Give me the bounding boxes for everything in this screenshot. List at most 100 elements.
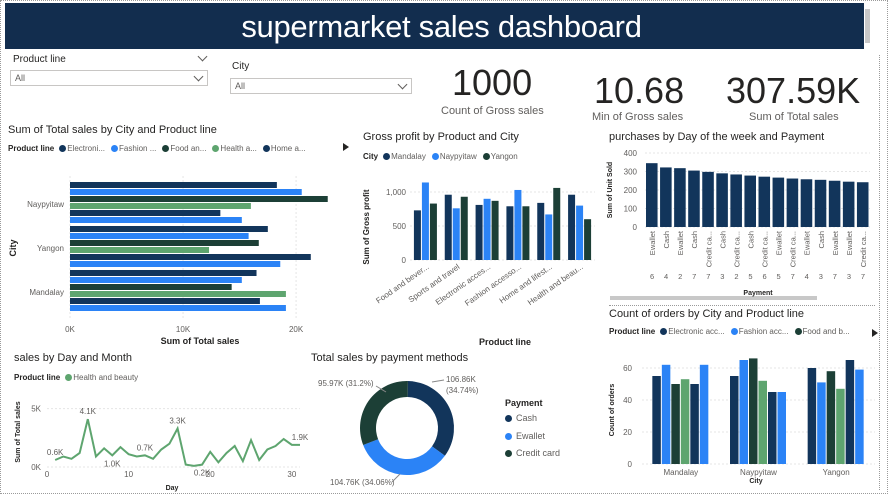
bar: [70, 270, 257, 276]
legend-item[interactable]: Food an...: [162, 144, 206, 153]
day-label: 4: [805, 272, 809, 281]
bar: [702, 171, 714, 227]
bar: [674, 168, 686, 227]
bar: [807, 368, 817, 464]
legend-item[interactable]: Fashion ...: [111, 144, 156, 153]
legend-label: Food and b...: [802, 327, 850, 336]
y-tick-label: 40: [623, 396, 632, 405]
visual3-title: purchases by Day of the week and Payment: [609, 131, 825, 143]
category-label: Naypyitaw: [27, 200, 64, 209]
day-label: 5: [777, 272, 781, 281]
category-label: Ewallet: [831, 230, 840, 255]
page-edge: [879, 55, 880, 490]
legend-item[interactable]: Naypyitaw: [431, 152, 477, 161]
bar: [70, 240, 259, 246]
x-tick-label: 10K: [176, 325, 191, 334]
product-line-value: All: [15, 73, 26, 83]
day-label: 5: [748, 272, 752, 281]
legend-item[interactable]: Fashion acc...: [730, 327, 789, 336]
bar: [828, 180, 841, 227]
bar: [491, 200, 499, 260]
city-dropdown[interactable]: All: [230, 78, 412, 94]
bar: [514, 189, 522, 260]
bar: [460, 196, 468, 260]
visual5-legend-title: Payment: [505, 398, 543, 408]
bar: [429, 203, 437, 260]
y-axis-title: Count of orders: [609, 384, 616, 437]
bar: [744, 175, 756, 227]
bar: [444, 194, 452, 260]
legend-item[interactable]: Health and beauty: [65, 373, 138, 382]
category-label: Credit ca...: [761, 231, 770, 267]
visual1-legend: Product line Electroni... Fashion ... Fo…: [8, 144, 309, 153]
bar: [70, 210, 221, 216]
bar: [553, 187, 561, 260]
kpi-count-gross-sales-value: 1000: [452, 62, 533, 103]
legend-dot-icon: [431, 153, 439, 160]
y-tick-label: 400: [624, 149, 638, 158]
x-axis-title: Day: [166, 485, 179, 492]
category-label: Cash: [746, 231, 755, 249]
data-label: 0.6K: [47, 448, 64, 457]
bar: [680, 379, 690, 464]
legend-item[interactable]: Credit card: [505, 448, 560, 458]
legend-dot-icon: [505, 414, 512, 422]
legend-dot-icon: [794, 328, 802, 335]
bar: [716, 173, 728, 227]
city-value: All: [235, 81, 246, 91]
y-tick-label: 0: [402, 256, 407, 265]
day-label: 2: [678, 272, 682, 281]
product-line-dropdown[interactable]: All: [10, 70, 208, 86]
leader-line: [431, 379, 445, 383]
legend-item[interactable]: Ewallet: [505, 431, 545, 441]
bar: [671, 384, 680, 464]
day-label: 6: [650, 272, 654, 281]
scrollbar-thumb[interactable]: [865, 9, 870, 43]
series-line: [54, 418, 300, 467]
bar: [836, 388, 845, 464]
category-label: Health and beau...: [526, 262, 585, 307]
legend-item[interactable]: Food and b...: [794, 327, 850, 336]
legend-item[interactable]: Cash: [505, 413, 537, 423]
bar: [826, 371, 836, 464]
day-label: 2: [734, 272, 738, 281]
bar: [660, 167, 672, 227]
bar: [749, 358, 758, 464]
legend-dot-icon: [482, 153, 490, 160]
legend-item[interactable]: Yangon: [482, 152, 518, 161]
legend-item[interactable]: Mandalay: [383, 152, 426, 161]
bar: [70, 226, 268, 232]
y-tick-label: 5K: [31, 405, 41, 414]
legend-item[interactable]: Electronic acc...: [660, 327, 725, 336]
city-slicer-label: City: [232, 61, 250, 72]
city-product-bar-chart: 0K 10K 20K Naypyitaw Yangon Mandalay Sum of To…: [8, 176, 328, 346]
bar: [814, 179, 827, 227]
y-axis-title: City: [8, 239, 18, 256]
bar: [730, 174, 742, 227]
category-label: Ewallet: [775, 230, 784, 255]
bar: [576, 205, 584, 260]
x-axis-title: Payment: [743, 290, 773, 297]
legend-item[interactable]: Health a...: [212, 144, 257, 153]
legend-item[interactable]: Electroni...: [59, 144, 105, 153]
category-label: Credit ca...: [732, 231, 741, 267]
y-axis-title: Sum of Unit Sold: [607, 162, 614, 218]
legend-item[interactable]: Home a...: [262, 144, 306, 153]
bar: [70, 305, 286, 311]
y-tick-label: 60: [623, 364, 632, 373]
bar: [768, 392, 777, 464]
bar: [817, 382, 826, 464]
legend-label: Food an...: [170, 144, 207, 153]
bar: [845, 360, 855, 464]
legend-dot-icon: [730, 328, 738, 335]
y-tick-label: 0: [633, 223, 638, 232]
bar: [452, 208, 460, 260]
legend-label: Naypyitaw: [439, 152, 477, 161]
category-label: Cash: [662, 231, 671, 249]
bar: [70, 203, 251, 209]
legend-label: Mandalay: [391, 152, 426, 161]
legend-label: Fashion ...: [119, 144, 157, 153]
legend-scroll-right-icon[interactable]: [343, 143, 351, 151]
legend-label: Health and beauty: [73, 373, 139, 382]
bar: [70, 261, 281, 267]
